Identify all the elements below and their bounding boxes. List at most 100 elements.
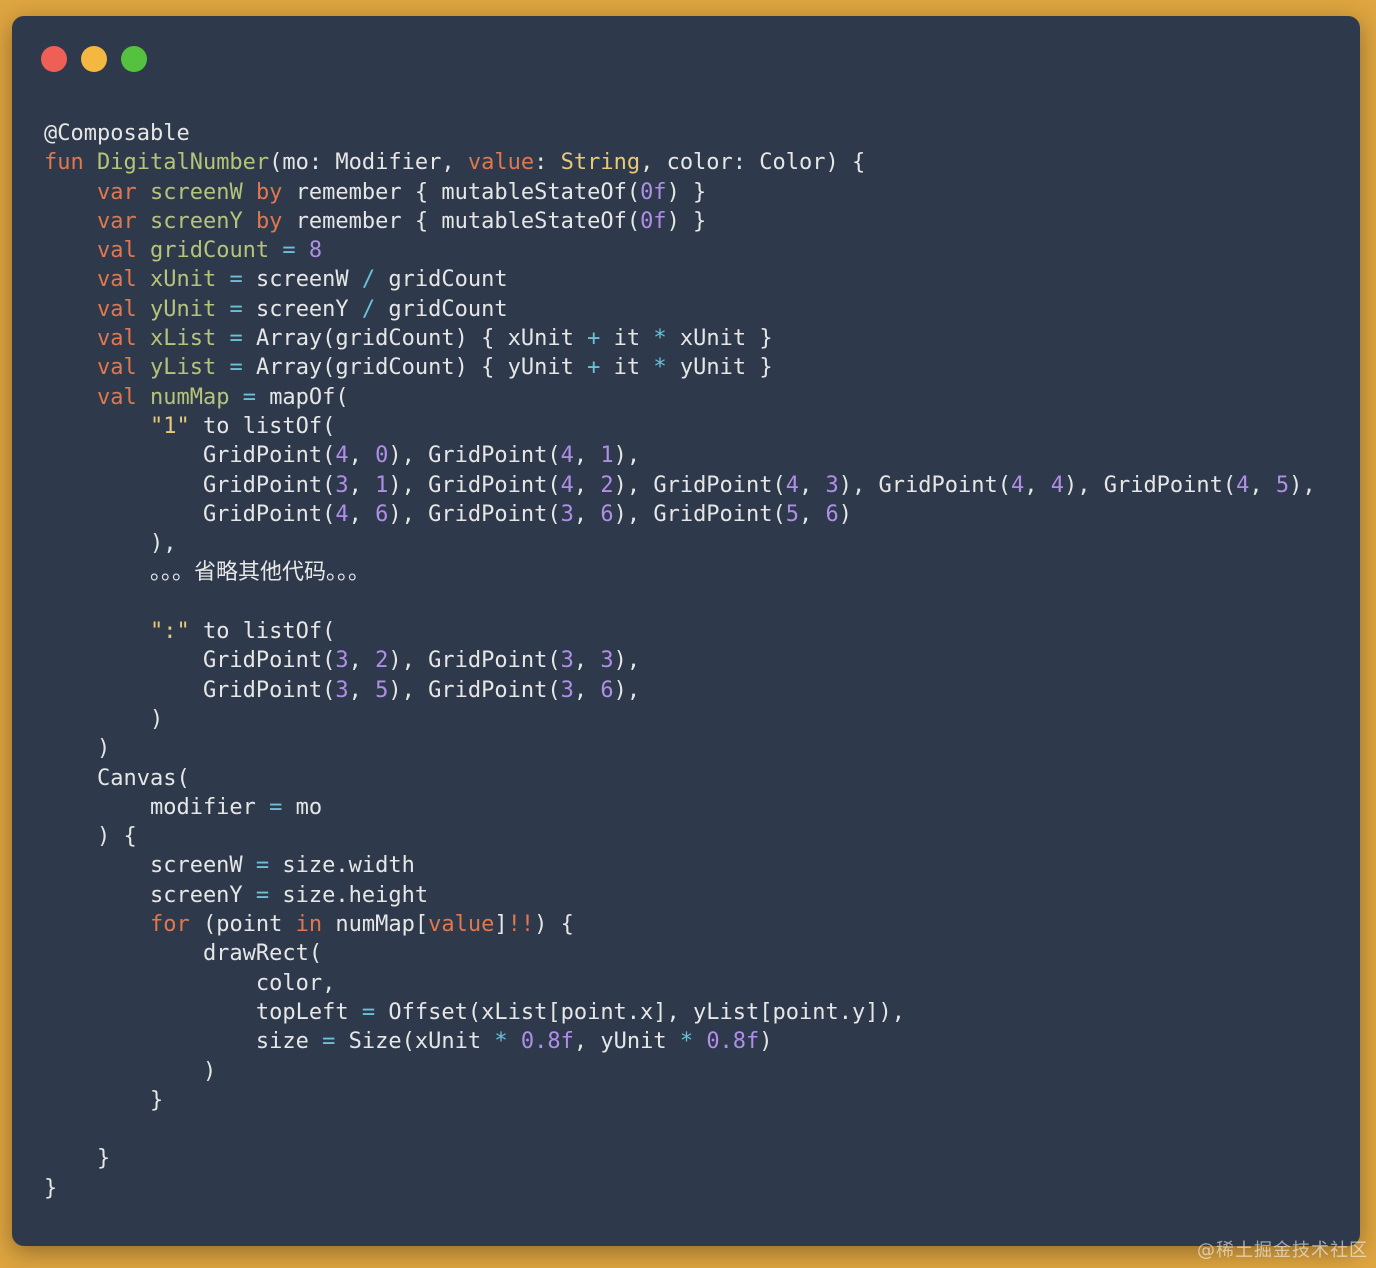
code-line: } [44,1086,1316,1115]
code-token: GridPoint( [44,472,336,498]
watermark: @稀土掘金技术社区 [1197,1240,1368,1261]
code-line: val xList = Array(gridCount) { xUnit + i… [44,324,1316,353]
code-token: , [1024,472,1051,498]
code-token: GridPoint( [44,677,336,703]
code-token: var [96,179,150,205]
code-token: Offset(xList[point.x], yList[point.y]), [388,999,905,1025]
code-token: ) { [44,824,137,850]
code-line: ), [44,529,1316,558]
code-line: for (point in numMap[value]!!) { [44,910,1316,939]
code-token: } [44,1146,111,1172]
code-token: = [229,326,256,352]
code-token: * [653,355,680,381]
code-line: val yUnit = screenY / gridCount [44,295,1316,324]
code-token: xUnit } [679,326,773,352]
code-token: 4 [785,472,800,498]
code-line: } [44,1174,1316,1203]
code-token: xUnit [149,267,230,293]
code-token: 0f [640,208,667,234]
code-token: + [587,326,614,352]
code-token: yList [149,355,230,381]
code-token: 3 [560,677,574,703]
code-token: !! [507,912,535,938]
code-line: ) [44,734,1316,763]
code-token: to listOf( [202,413,336,439]
code-token: , [573,648,601,674]
code-token: ), [44,531,177,557]
code-token: 3 [335,648,349,674]
code-token: * [494,1029,521,1055]
code-token: it [613,355,654,381]
code-token: , [799,472,826,498]
code-token: "1" [149,413,203,439]
code-token: 6 [600,677,614,703]
code-line: screenW = size.width [44,851,1316,880]
window-controls [41,46,147,72]
code-token: GridPoint( [44,648,336,674]
code-token: GridPoint( [44,501,336,527]
code-token: ), [613,648,641,674]
code-line: ) [44,705,1316,734]
code-token: : [534,150,561,176]
code-token: , [573,501,601,527]
code-token: @Composable [44,121,190,146]
code-token: / [361,267,389,293]
code-token: mo [295,794,323,820]
code-token: screenW [44,853,256,879]
code-token: remember { mutableStateOf( [295,179,641,205]
code-token: drawRect( [44,941,323,967]
code-token: Array(gridCount) { yUnit [255,355,588,381]
code-token: value [467,150,535,176]
code-token: Size(xUnit [348,1029,495,1055]
code-token: fun [44,150,97,176]
code-token: screenW [255,267,362,293]
code-token: val [96,267,150,293]
code-token: ), GridPoint( [388,472,561,498]
code-line: "1" to listOf( [44,412,1316,441]
code-token: ) [838,501,853,527]
code-token: 3 [825,472,839,498]
code-token: , [799,501,826,527]
code-token: 2 [375,648,389,674]
code-token: 4 [1010,472,1025,498]
code-token: in [295,912,336,938]
code-token: DigitalNumber [96,150,270,176]
code-token: 4 [560,443,574,469]
code-token: 0.8f [706,1029,760,1055]
code-token: ), GridPoint( [388,648,561,674]
code-line: fun DigitalNumber(mo: Modifier, value: S… [44,148,1316,177]
code-token: 1 [375,472,389,498]
code-token: ) [759,1029,773,1055]
code-token: Array(gridCount) { xUnit [255,326,588,352]
code-token: gridCount [388,296,508,322]
code-token: ), GridPoint( [388,501,561,527]
code-token: ) } [666,179,707,205]
code-token: , [348,443,376,469]
code-token: screenY [44,882,256,908]
code-token: 5 [1275,472,1290,498]
code-token: 6 [825,501,839,527]
code-line: ":" to listOf( [44,617,1316,646]
code-token: by [255,179,296,205]
code-token: by [255,208,296,234]
code-token: / [361,296,389,322]
code-token: ) [44,736,111,762]
code-token: GridPoint( [44,443,336,469]
code-token: ), GridPoint( [613,501,786,527]
code-token: screenY [149,208,256,234]
code-token: ), GridPoint( [388,677,561,703]
zoom-button[interactable] [121,46,147,72]
code-window: @Composable fun DigitalNumber(mo: Modifie… [12,16,1360,1246]
code-token: for [149,912,203,938]
code-token: = [242,384,270,410]
code-token: remember { mutableStateOf( [295,208,641,234]
code-token: modifier [44,794,270,820]
code-line: val yList = Array(gridCount) { yUnit + i… [44,353,1316,382]
close-button[interactable] [41,46,67,72]
code-token: 3 [560,501,574,527]
code-token: ), GridPoint( [1063,472,1237,498]
minimize-button[interactable] [81,46,107,72]
